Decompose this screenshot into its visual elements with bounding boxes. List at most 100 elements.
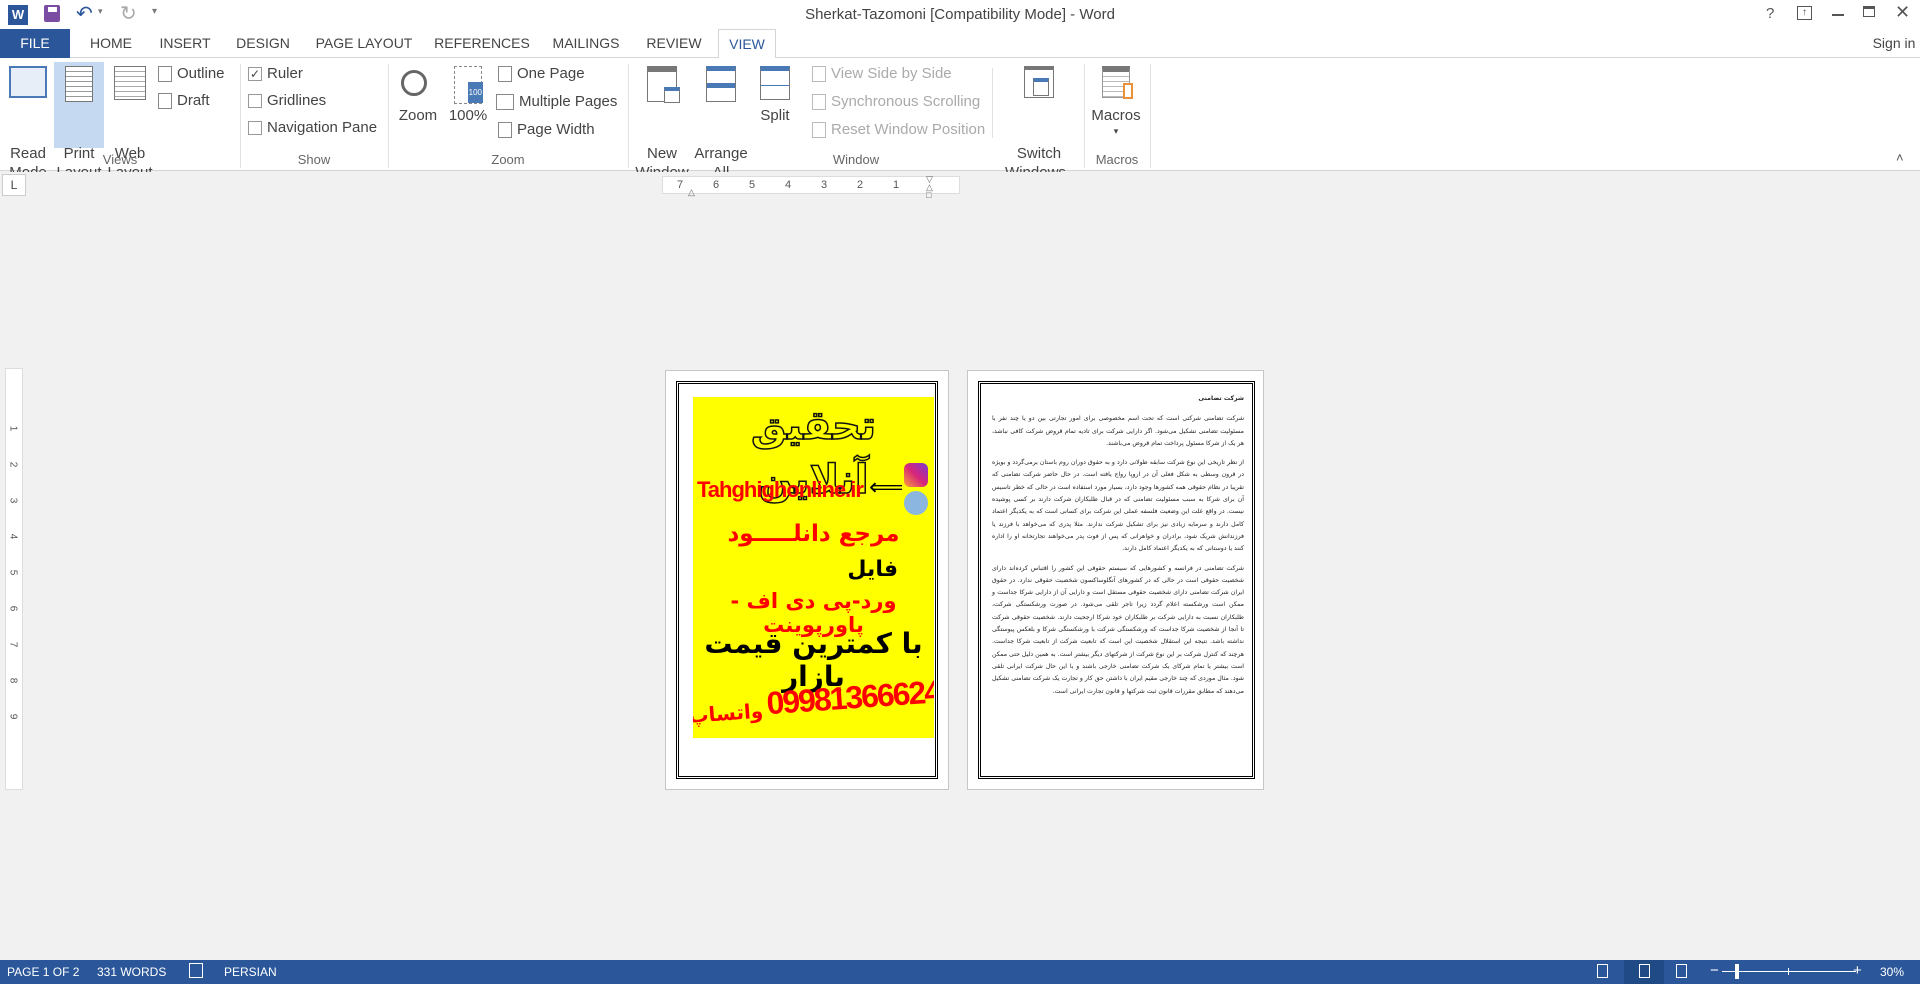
zoom-slider-thumb[interactable]: [1734, 964, 1739, 979]
view-side-by-side-button[interactable]: View Side by Side: [812, 63, 952, 85]
zoom-100-button[interactable]: 100 100%: [446, 62, 490, 125]
new-window-icon: [647, 66, 680, 103]
one-page-button[interactable]: One Page: [498, 63, 585, 85]
ruler-number: 7: [677, 179, 684, 191]
print-layout-button[interactable]: Print Layout: [54, 62, 104, 181]
macros-icon: [1102, 66, 1133, 99]
draft-button[interactable]: Draft: [158, 90, 210, 112]
ruler-number: 2: [7, 461, 19, 468]
ruler-number: 3: [821, 179, 828, 191]
ribbon-display-options-icon[interactable]: ↑: [1797, 6, 1812, 20]
right-indent-marker-icon[interactable]: ▽ △ □: [926, 175, 933, 200]
tab-selector[interactable]: L: [2, 174, 26, 196]
paragraph: شرکت تضامنی شرکتی است که تحت اسم مخصوصی …: [992, 415, 1244, 447]
window-title: Sherkat-Tazomoni [Compatibility Mode] - …: [805, 6, 1115, 23]
tab-insert[interactable]: INSERT: [152, 29, 218, 58]
instagram-icon: [904, 463, 928, 487]
ruler-number: 1: [893, 179, 900, 191]
checkbox-icon: [248, 121, 262, 135]
zoom-slider[interactable]: [1722, 964, 1856, 979]
ruler-number: 8: [7, 677, 19, 684]
close-icon[interactable]: ✕: [1895, 2, 1910, 23]
ribbon-tabs: FILE HOME INSERT DESIGN PAGE LAYOUT REFE…: [0, 29, 1920, 59]
zoom-out-button[interactable]: −: [1710, 962, 1719, 979]
help-icon[interactable]: ?: [1766, 5, 1774, 22]
banner-whatsapp: واتساپ: [693, 698, 764, 728]
gridlines-checkbox[interactable]: Gridlines: [248, 90, 326, 112]
arrow-icon: ⟸: [869, 473, 904, 501]
tab-review[interactable]: REVIEW: [636, 29, 712, 58]
collapse-ribbon-icon[interactable]: ˄: [1896, 150, 1904, 165]
synchronous-scrolling-button[interactable]: Synchronous Scrolling: [812, 91, 980, 113]
language[interactable]: PERSIAN: [224, 965, 277, 979]
switch-windows-icon: [1024, 66, 1054, 98]
web-globe-icon: [904, 491, 928, 515]
ruler-number: 4: [785, 179, 792, 191]
page-count[interactable]: PAGE 1 OF 2: [7, 965, 79, 979]
zoom-button[interactable]: Zoom: [396, 62, 440, 125]
outline-button[interactable]: Outline: [158, 63, 225, 85]
word-count[interactable]: 331 WORDS: [97, 965, 166, 979]
navigation-pane-checkbox[interactable]: Navigation Pane: [248, 117, 377, 139]
multiple-pages-button[interactable]: Multiple Pages: [496, 91, 617, 113]
page-width-button[interactable]: Page Width: [498, 119, 595, 141]
read-mode-icon: [9, 66, 47, 98]
page-1[interactable]: تحقیق آنلاین Tahghighonline.ir ⟸ مرجع دا…: [665, 370, 949, 790]
magnifier-icon: [401, 70, 427, 96]
ruler-number: 2: [857, 179, 864, 191]
ruler-number: 5: [749, 179, 756, 191]
checkbox-checked-icon: ✓: [248, 67, 262, 81]
print-layout-icon: [65, 66, 93, 102]
title-bar: W ↶ ▾ ↻ ▾ Sherkat-Tazomoni [Compatibilit…: [0, 0, 1920, 29]
zoom-in-button[interactable]: +: [1853, 962, 1862, 979]
banner-file: فایل: [847, 557, 898, 582]
page-2[interactable]: شرکت تضامنی شرکت تضامنی شرکتی است که تحت…: [967, 370, 1264, 790]
print-layout-view-icon[interactable]: [1624, 960, 1664, 984]
checkbox-icon: [248, 94, 262, 108]
ruler-number: 7: [7, 641, 19, 648]
ruler-number: 5: [7, 569, 19, 576]
ruler-number: 1: [7, 425, 19, 432]
ruler-number: 6: [7, 605, 19, 612]
ruler-number: 9: [7, 713, 19, 720]
vertical-ruler[interactable]: 1 2 3 4 5 6 7 8 9: [5, 368, 23, 790]
tab-mailings[interactable]: MAILINGS: [544, 29, 628, 58]
group-label-zoom: Zoom: [491, 152, 525, 167]
ribbon-view: Read Mode Print Layout Web Layout Outlin…: [0, 58, 1920, 181]
split-button[interactable]: Split: [754, 62, 796, 125]
web-layout-view-icon[interactable]: [1676, 964, 1687, 978]
tab-home[interactable]: HOME: [80, 29, 142, 58]
group-label-show: Show: [297, 152, 331, 167]
reset-window-position-button[interactable]: Reset Window Position: [812, 119, 985, 141]
zoom-100-icon: 100: [454, 66, 483, 104]
sign-in-link[interactable]: Sign in: [1868, 29, 1920, 58]
paragraph: از نظر تاریخی این نوع شرکت سابقه طولانی …: [992, 459, 1244, 553]
tab-design[interactable]: DESIGN: [228, 29, 298, 58]
advertisement-banner: تحقیق آنلاین Tahghighonline.ir ⟸ مرجع دا…: [693, 397, 934, 738]
restore-icon[interactable]: [1863, 6, 1875, 17]
zoom-level[interactable]: 30%: [1880, 965, 1904, 979]
split-icon: [760, 66, 790, 100]
ruler-number: 6: [713, 179, 720, 191]
tab-view[interactable]: VIEW: [718, 29, 776, 59]
reset-position-icon: [812, 122, 826, 138]
tab-references[interactable]: REFERENCES: [428, 29, 536, 58]
minimize-icon[interactable]: [1832, 14, 1844, 16]
tab-page-layout[interactable]: PAGE LAYOUT: [308, 29, 420, 58]
draft-icon: [158, 93, 172, 109]
web-layout-icon: [114, 66, 146, 100]
macros-button[interactable]: Macros ▾: [1088, 62, 1144, 137]
read-mode-view-icon[interactable]: [1597, 964, 1608, 978]
sync-scroll-icon: [812, 94, 826, 110]
section-heading: شرکت تضامنی: [1198, 395, 1244, 402]
horizontal-ruler[interactable]: 7 6 5 4 3 2 1 △ ▽ △ □: [662, 175, 960, 200]
banner-site: Tahghighonline.ir: [697, 477, 864, 502]
tab-file[interactable]: FILE: [0, 29, 70, 58]
proofing-icon[interactable]: [189, 963, 203, 978]
arrange-all-icon: [706, 66, 736, 102]
indent-marker-icon[interactable]: △: [688, 187, 695, 198]
page-width-icon: [498, 122, 512, 138]
ruler-checkbox[interactable]: ✓ Ruler: [248, 63, 303, 85]
document-area[interactable]: L 7 6 5 4 3 2 1 △ ▽ △ □ 1 2 3 4 5 6 7 8 9 تحقیق آنلاین T…: [0, 172, 1920, 960]
group-label-window: Window: [832, 152, 880, 167]
